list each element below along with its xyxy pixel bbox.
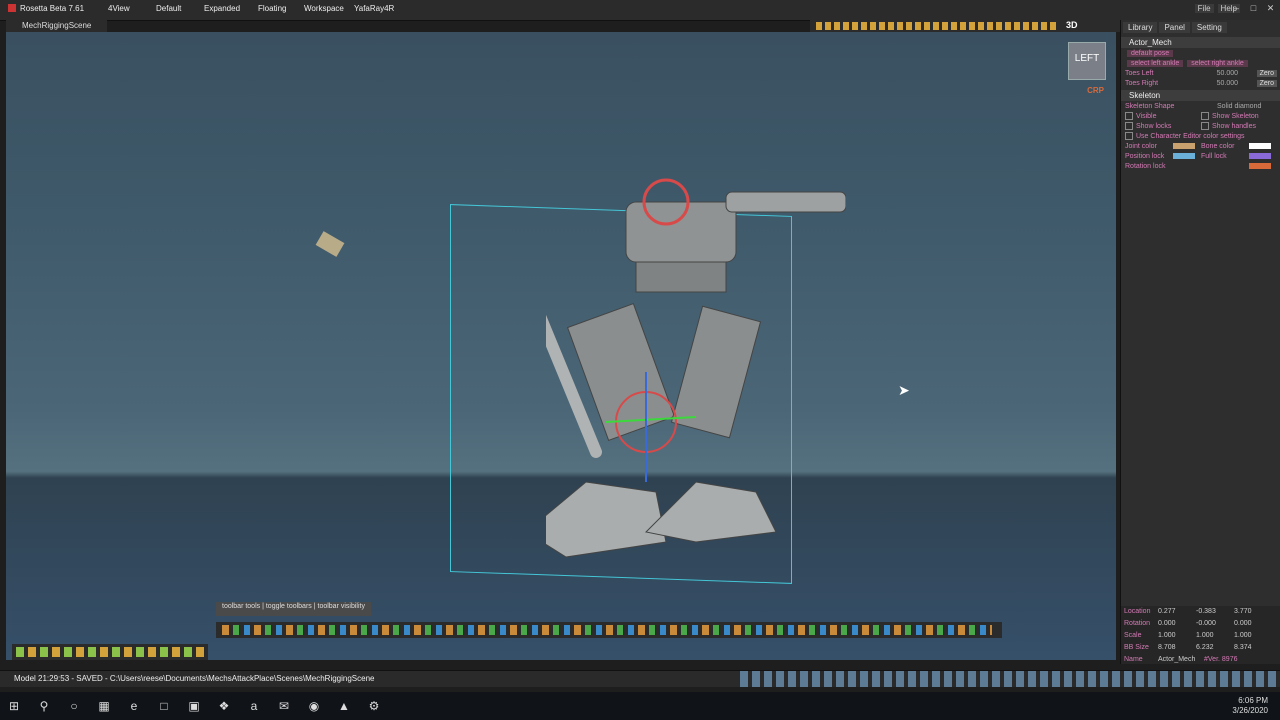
menu-floating[interactable]: Floating [258, 4, 286, 16]
skeleton-section-header[interactable]: Skeleton [1121, 90, 1280, 101]
rosetta-app-icon[interactable]: ▲ [336, 698, 352, 714]
mech-torso [625, 201, 737, 263]
toes-left-zero-button[interactable]: Zero [1256, 69, 1277, 77]
toes-left-value[interactable]: 50.000 [1217, 70, 1257, 77]
edge-icon[interactable]: e [126, 698, 142, 714]
windows-start-icon[interactable]: ⊞ [6, 698, 22, 714]
close-icon[interactable]: ✕ [1265, 3, 1276, 14]
rotation-lock-row: Rotation lock [1121, 161, 1280, 171]
side-panel-tabs: Library Panel Setting [1121, 20, 1280, 35]
minimize-icon[interactable]: – [1231, 3, 1242, 14]
joint-color-row: Joint color Bone color [1121, 141, 1280, 151]
actor-section-header[interactable]: Actor_Mech [1121, 37, 1280, 48]
toes-right-value[interactable]: 50.000 [1217, 80, 1257, 87]
taskbar-icons: ⊞ ⚲ ○ ▦ e □ ▣ ❖ a ✉ ◉ ▲ ⚙ [6, 698, 382, 714]
viewport-toolbar: 3D [810, 20, 1120, 32]
location-row: Location 0.277 -0.383 3.770 [1124, 608, 1252, 615]
app-title: Rosetta Beta 7.61 [8, 4, 84, 13]
view-mode-3d[interactable]: 3D [1066, 20, 1078, 30]
left-toolbar [12, 644, 208, 660]
scale-row: Scale 1.000 1.000 1.000 [1124, 632, 1252, 639]
properties-panel: Location 0.277 -0.383 3.770 Rotation 0.000 -0… [1121, 606, 1280, 664]
task-view-icon[interactable]: ▦ [96, 698, 112, 714]
use-char-color-checkbox[interactable] [1125, 132, 1133, 140]
main-toolbar [216, 622, 1002, 638]
show-handles-checkbox[interactable] [1201, 122, 1209, 130]
locks-row: Show locks Show handles [1121, 121, 1280, 131]
dropbox-icon[interactable]: ❖ [216, 698, 232, 714]
rotation-row: Rotation 0.000 -0.000 0.000 [1124, 620, 1252, 627]
mech-hip [635, 261, 727, 293]
search-icon[interactable]: ⚲ [36, 698, 52, 714]
menu-file[interactable]: File [1194, 4, 1214, 13]
rotation-lock-swatch[interactable] [1249, 163, 1271, 169]
select-right-ankle-button[interactable]: select right ankle [1187, 59, 1248, 67]
position-lock-row: Position lock Full lock [1121, 151, 1280, 161]
mouse-cursor-icon: ➤ [898, 382, 910, 398]
toes-right-zero-button[interactable]: Zero [1256, 79, 1277, 87]
tab-library[interactable]: Library [1123, 22, 1158, 33]
viewport-tool-icons[interactable] [816, 22, 1056, 30]
system-clock[interactable]: 6:06 PM 3/26/2020 [1232, 696, 1268, 716]
toes-left-label: Toes Left [1125, 69, 1154, 77]
window-controls: – □ ✕ [1231, 3, 1276, 14]
settings-icon[interactable]: ⚙ [366, 698, 382, 714]
menu-expanded[interactable]: Expanded [204, 4, 240, 16]
store-icon[interactable]: ▣ [186, 698, 202, 714]
maximize-icon[interactable]: □ [1248, 3, 1259, 14]
menu-default[interactable]: Default [156, 4, 181, 16]
amazon-icon[interactable]: a [246, 698, 262, 714]
name-row: Name Actor_Mech #Ver. 8976 [1124, 656, 1238, 663]
mech-foot-right [644, 481, 777, 543]
mech-model[interactable] [546, 162, 846, 562]
chrome-icon[interactable]: ◉ [306, 698, 322, 714]
skeleton-shape-row: Skeleton Shape Solid diamond [1121, 101, 1280, 111]
toes-right-label: Toes Right [1125, 79, 1159, 87]
show-skeleton-checkbox[interactable] [1201, 112, 1209, 120]
skeleton-shape-label: Skeleton Shape [1125, 102, 1175, 110]
menu-4view[interactable]: 4View [108, 4, 130, 16]
file-explorer-icon[interactable]: □ [156, 698, 172, 714]
scene-object[interactable] [315, 231, 345, 257]
full-lock-swatch[interactable] [1249, 153, 1271, 159]
mech-cannon [725, 191, 846, 213]
bottom-toolbar-icons[interactable] [740, 671, 1280, 687]
status-bar: Model 21:29:53 - SAVED - C:\Users\reese\… [0, 670, 1280, 687]
pose-buttons-row: default pose [1121, 48, 1280, 58]
position-lock-swatch[interactable] [1173, 153, 1195, 159]
show-locks-checkbox[interactable] [1125, 122, 1133, 130]
mail-icon[interactable]: ✉ [276, 698, 292, 714]
3d-viewport[interactable]: LEFT CRP ➤ [6, 32, 1116, 660]
cortana-icon[interactable]: ○ [66, 698, 82, 714]
default-pose-button[interactable]: default pose [1127, 49, 1174, 57]
mech-foot-left [546, 481, 667, 558]
toes-left-row: Toes Left 50.000 Zero [1121, 68, 1280, 78]
view-navigation-cube[interactable]: LEFT [1068, 42, 1106, 80]
title-bar: Rosetta Beta 7.61 4View Default Expanded… [0, 0, 1280, 21]
ankle-buttons-row: select left ankle select right ankle [1121, 58, 1280, 68]
menu-yafaray[interactable]: YafaRay4R [354, 4, 394, 16]
toes-right-row: Toes Right 50.000 Zero [1121, 78, 1280, 88]
toolbar-icons[interactable] [222, 625, 992, 635]
left-tool-icons[interactable] [16, 647, 204, 657]
tab-panel[interactable]: Panel [1159, 22, 1190, 33]
toolbar-label: toolbar tools | toggle toolbars | toolba… [216, 602, 371, 616]
select-left-ankle-button[interactable]: select left ankle [1127, 59, 1184, 67]
skeleton-shape-select[interactable]: Solid diamond [1217, 103, 1277, 110]
side-panel: Library Panel Setting Actor_Mech default… [1120, 20, 1280, 664]
use-char-color-row: Use Character Editor color settings [1121, 131, 1280, 141]
app-icon [8, 4, 16, 12]
menu-workspace[interactable]: Workspace [304, 4, 344, 16]
tab-setting[interactable]: Setting [1191, 22, 1227, 33]
camera-label: CRP [1087, 86, 1104, 95]
bbsize-row: BB Size 8.708 6.232 8.374 [1124, 644, 1252, 651]
bone-color-swatch[interactable] [1249, 143, 1271, 149]
joint-color-swatch[interactable] [1173, 143, 1195, 149]
status-text: Model 21:29:53 - SAVED - C:\Users\reese\… [14, 674, 375, 683]
visible-row: Visible Show Skeleton [1121, 111, 1280, 121]
windows-taskbar: ⊞ ⚲ ○ ▦ e □ ▣ ❖ a ✉ ◉ ▲ ⚙ 6:06 PM 3/26/2… [0, 692, 1280, 720]
visible-checkbox[interactable] [1125, 112, 1133, 120]
